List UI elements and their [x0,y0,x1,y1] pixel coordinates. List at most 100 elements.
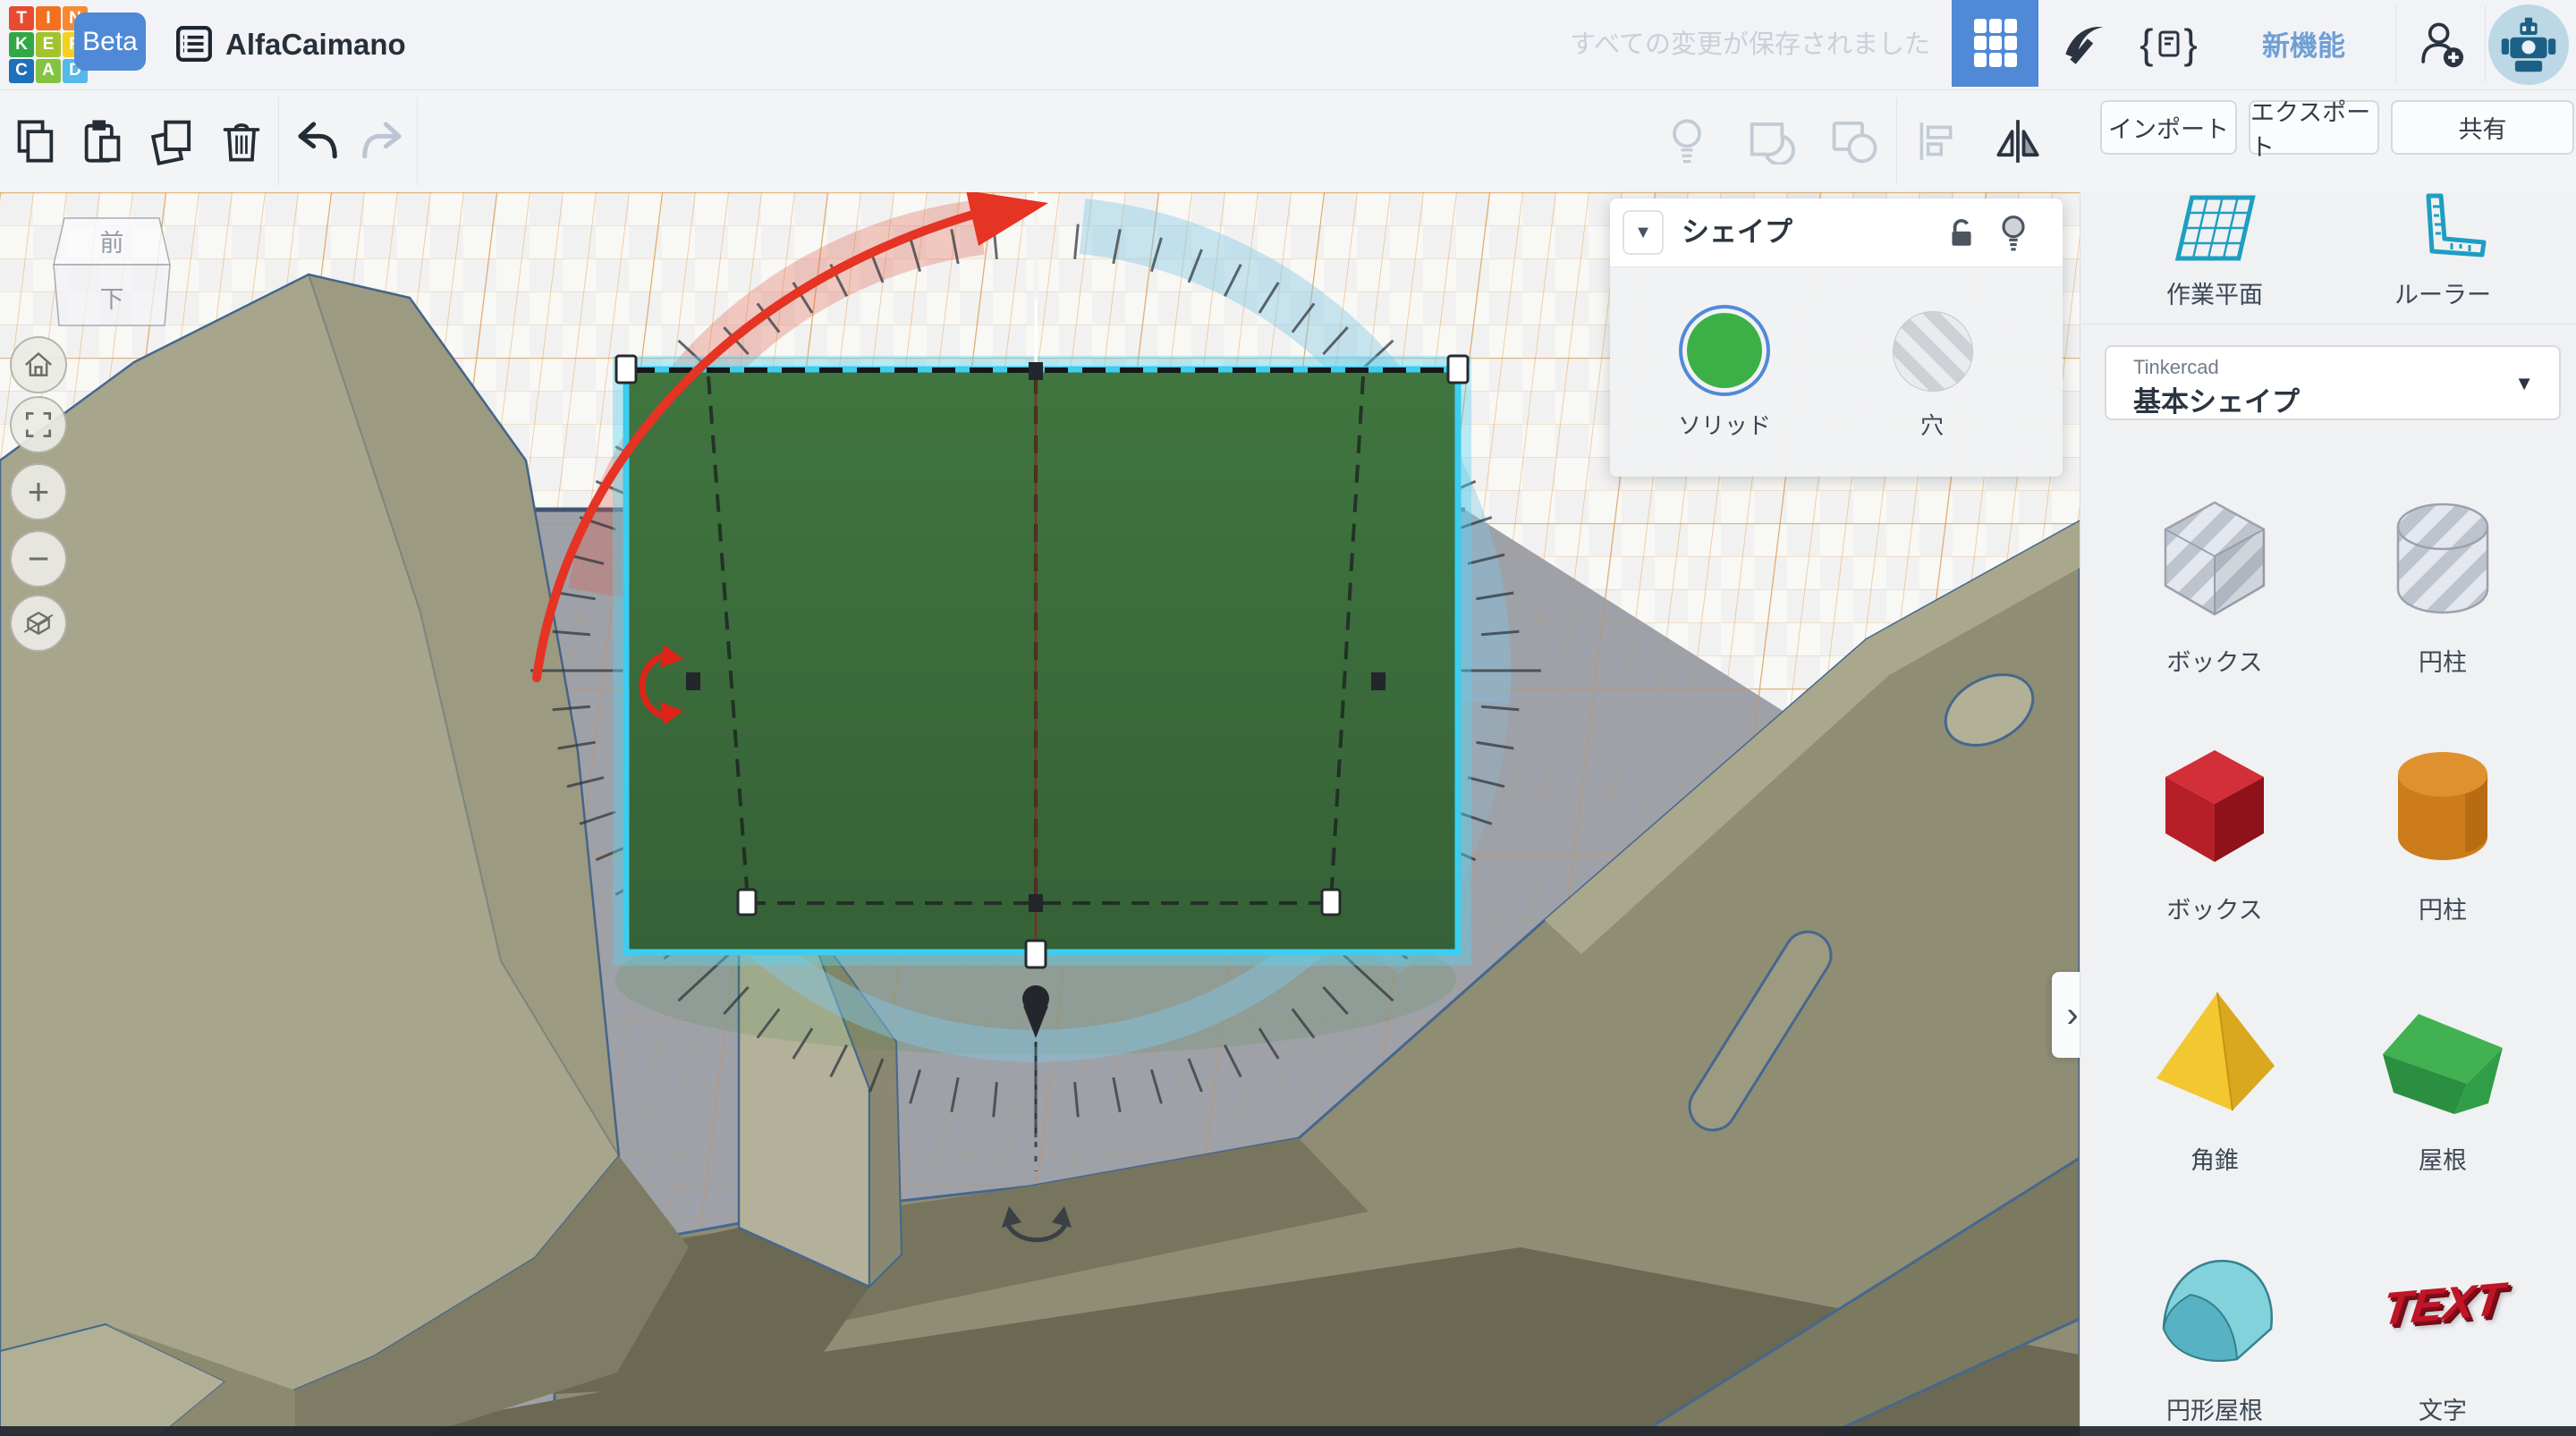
hole-cylinder-thumbnail [2358,480,2528,632]
grid-3d-icon [1972,17,2019,71]
document-list-icon[interactable] [175,25,213,63]
library-brand: Tinkercad [2133,356,2219,379]
shape-panel-title: シェイプ [1682,199,1792,266]
shape-label: 円柱 [2340,643,2546,678]
perspective-toggle-button[interactable] [10,595,67,652]
shape-item-roof[interactable]: 屋根 [2340,978,2546,1176]
hole-box-thumbnail [2130,480,2300,632]
shape-library-select[interactable]: Tinkercad 基本シェイプ ▼ [2105,345,2561,420]
shapes-sidebar: 作業平面 ルーラー Tinkercad 基本シェイプ ▼ [2080,192,2576,1436]
sidebar-collapse-tab[interactable]: › [2052,972,2080,1058]
redo-button[interactable] [351,109,415,173]
shape-label: 円形屋根 [2112,1391,2318,1426]
show-all-button[interactable] [1655,109,1719,173]
roof-thumbnail [2358,978,2528,1130]
home-view-button[interactable] [10,336,67,393]
logo-tile: E [36,32,61,56]
codeblocks-button[interactable]: { } [2125,0,2212,87]
ruler-icon [2396,192,2489,267]
import-button[interactable]: インポート [2100,100,2237,155]
save-status: すべての変更が保存されました [1570,0,1930,89]
shape-panel-body: ソリッド 穴 [1610,266,2063,477]
group-button[interactable] [1739,109,1803,173]
caption-strip [0,1426,2576,1436]
shape-item-round-roof[interactable]: 円形屋根 [2112,1229,2318,1426]
collapse-panel-button[interactable]: ▼ [1623,210,1664,255]
tinkercad-app: T I N K E R C A D Beta AlfaCaimano すべての変… [0,0,2576,1436]
shape-item-box[interactable]: ボックス [2112,728,2318,925]
shape-inspector-panel: ▼ シェイプ ソリッド 穴 [1610,199,2063,477]
hole-option[interactable] [1893,311,1973,392]
delete-button[interactable] [209,109,274,173]
minecraft-export-button[interactable] [2038,0,2125,87]
caret-down-icon: ▼ [2514,372,2534,395]
export-button[interactable]: エクスポート [2249,100,2379,155]
chevron-right-icon: › [2066,995,2078,1035]
codeblocks-icon: { } [2140,20,2198,68]
view-cube-front-label[interactable]: 下 [100,286,124,313]
perspective-icon [21,605,56,641]
blocks-3d-view-button[interactable] [1952,0,2038,87]
solid-option[interactable] [1679,305,1770,396]
mirror-icon [1993,118,2043,165]
plus-icon: + [28,473,50,511]
divider [278,97,279,185]
undo-button[interactable] [284,109,349,173]
duplicate-button[interactable] [140,109,204,173]
trash-icon [218,118,265,165]
visibility-bulb-icon[interactable] [1996,214,2030,253]
text-3d-word: TEXT [2379,1272,2506,1336]
workplane-tool[interactable]: 作業平面 [2112,192,2318,308]
ungroup-button[interactable] [1822,109,1886,173]
undo-icon [292,117,341,165]
hole-label: 穴 [1843,408,2021,441]
unlock-icon[interactable] [1945,216,1979,250]
view-cube-top-label[interactable]: 前 [100,230,124,257]
shape-item-hole-box[interactable]: ボックス [2112,480,2318,678]
divider [1896,97,1897,185]
shape-label: ボックス [2112,643,2318,678]
align-button[interactable] [1904,109,1969,173]
selected-box[interactable] [620,363,1464,959]
zoom-in-button[interactable]: + [10,463,67,520]
shape-item-text[interactable]: TEXT 文字 [2340,1229,2546,1426]
duplicate-icon [148,117,196,165]
copy-button[interactable] [4,109,68,173]
top-bar: T I N K E R C A D Beta AlfaCaimano すべての変… [0,0,2576,90]
new-features-link[interactable]: 新機能 [2212,0,2395,87]
shape-item-pyramid[interactable]: 角錐 [2112,978,2318,1176]
cylinder-thumbnail [2358,728,2528,880]
shape-label: ボックス [2112,891,2318,925]
text-thumbnail: TEXT [2358,1229,2528,1381]
share-button[interactable]: 共有 [2391,100,2574,155]
ruler-tool[interactable]: ルーラー [2340,192,2546,308]
lightbulb-icon [1665,117,1709,165]
user-avatar[interactable] [2488,4,2569,85]
shape-panel-header: ▼ シェイプ [1610,199,2063,266]
library-selected: 基本シェイプ [2133,379,2300,419]
logo-tile: I [36,6,61,30]
design-title[interactable]: AlfaCaimano [225,0,406,89]
ruler-label: ルーラー [2340,275,2546,310]
view-cube[interactable]: 前 下 [52,215,174,335]
round-roof-thumbnail [2130,1229,2300,1381]
robot-avatar-icon [2499,15,2558,74]
paste-icon [79,118,125,165]
mirror-button[interactable] [1986,109,2050,173]
logo-tile: T [9,6,34,30]
zoom-out-button[interactable]: − [10,530,67,587]
add-collaborator-button[interactable] [2396,0,2485,87]
fit-view-button[interactable] [10,396,67,453]
shape-item-cylinder[interactable]: 円柱 [2340,728,2546,925]
box-thumbnail [2130,728,2300,880]
paste-button[interactable] [70,109,134,173]
align-icon [1914,118,1959,165]
shape-item-hole-cylinder[interactable]: 円柱 [2340,480,2546,678]
shape-label: 文字 [2340,1391,2546,1426]
workplane-icon [2168,192,2261,267]
pyramid-thumbnail [2130,978,2300,1130]
ungroup-icon [1829,118,1879,165]
shape-label: 円柱 [2340,891,2546,925]
edit-toolbar: インポート エクスポート 共有 [0,90,2576,193]
shape-label: 屋根 [2340,1141,2546,1176]
